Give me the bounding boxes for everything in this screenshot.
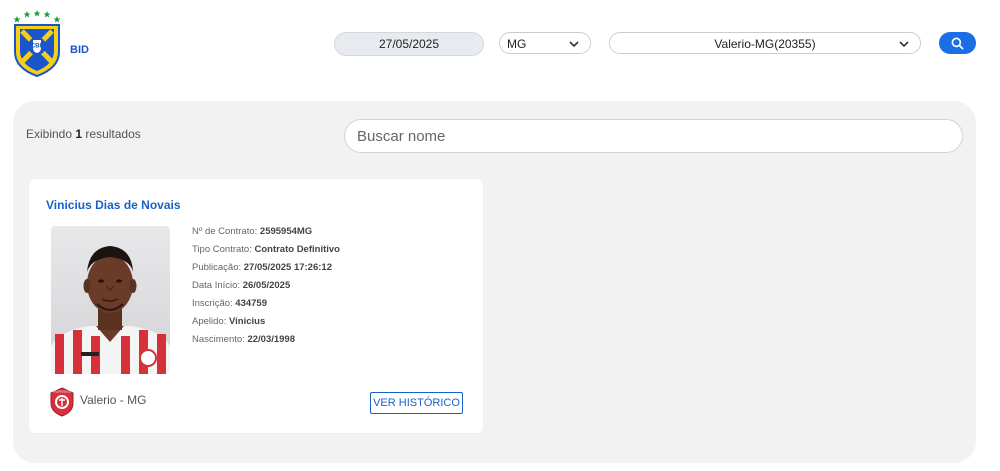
state-select[interactable]: MG <box>499 32 591 54</box>
birth-date-row: Nascimento: 22/03/1998 <box>192 334 295 345</box>
registration-row: Inscrição: 434759 <box>192 298 267 309</box>
date-value: 27/05/2025 <box>378 37 440 51</box>
nickname-row: Apelido: Vinicius <box>192 316 266 327</box>
app-label: BID <box>70 44 89 56</box>
publication-row: Publicação: 27/05/2025 17:26:12 <box>192 262 332 273</box>
results-suffix: resultados <box>85 127 141 141</box>
results-count: 1 <box>75 127 83 141</box>
player-name[interactable]: Vinicius Dias de Novais <box>46 198 181 212</box>
name-search-input[interactable] <box>344 119 963 153</box>
club-select-value: Valerio-MG(20355) <box>714 37 816 51</box>
search-button[interactable] <box>939 32 976 54</box>
club-logo: VALERIODOCE <box>49 387 75 417</box>
contract-type-row: Tipo Contrato: Contrato Definitivo <box>192 244 340 255</box>
search-icon <box>951 37 964 49</box>
club-name: Valerio - MG <box>80 393 147 407</box>
view-history-label: VER HISTÓRICO <box>373 397 460 409</box>
club-logo-text: VALERIODOCE <box>53 390 72 394</box>
club-select[interactable]: Valerio-MG(20355) <box>609 32 921 54</box>
date-field[interactable]: 27/05/2025 <box>334 32 484 56</box>
results-prefix: Exibindo <box>26 127 73 141</box>
results-panel: Exibindo 1 resultados Vinicius Dias de N… <box>13 101 976 463</box>
contract-number-row: Nº de Contrato: 2595954MG <box>192 226 313 237</box>
player-card: Vinicius Dias de Novais Nº de Contrato: … <box>29 179 483 433</box>
chevron-down-icon <box>569 41 579 48</box>
cbf-logo: CBF <box>12 10 62 78</box>
chevron-down-icon <box>899 41 909 48</box>
player-photo <box>51 226 170 374</box>
contract-details: Nº de Contrato: 2595954MG Tipo Contrato:… <box>192 223 340 349</box>
view-history-button[interactable]: VER HISTÓRICO <box>370 392 463 414</box>
state-select-value: MG <box>507 37 527 51</box>
cbf-logo-text: CBF <box>31 44 44 50</box>
start-date-row: Data Início: 26/05/2025 <box>192 280 291 291</box>
results-summary: Exibindo 1 resultados <box>26 127 141 141</box>
